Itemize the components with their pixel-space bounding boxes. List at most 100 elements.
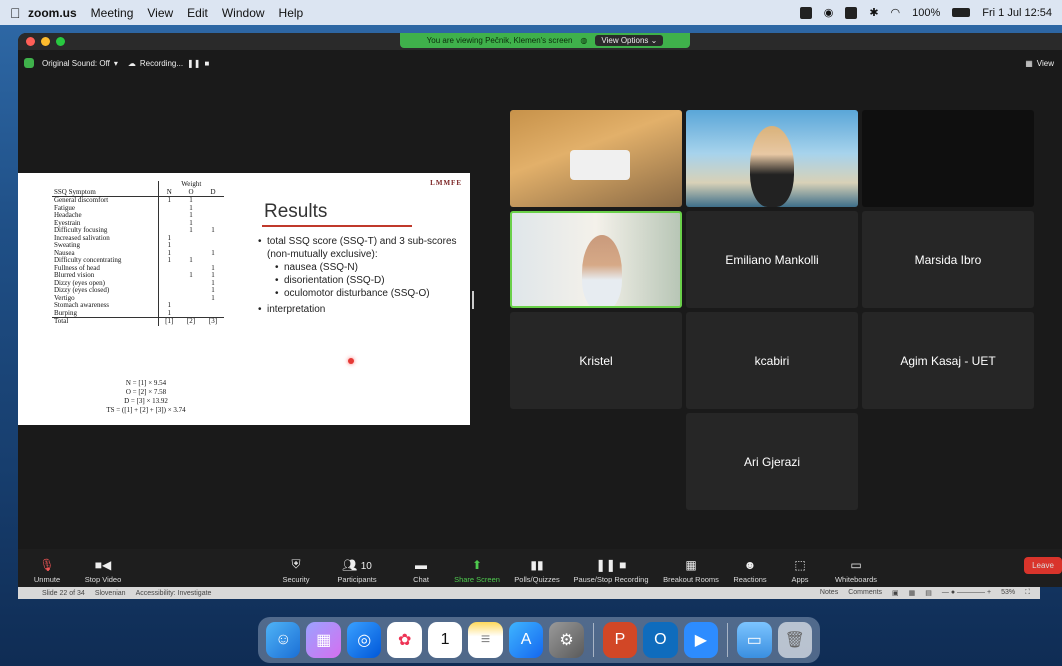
menu-view[interactable]: View [147, 6, 173, 20]
unmute-button[interactable]: 🎙︎ Unmute [30, 558, 64, 584]
leave-button[interactable]: Leave [1024, 557, 1062, 574]
downloads-folder-icon[interactable]: ▭ [737, 622, 772, 658]
menu-edit[interactable]: Edit [187, 6, 208, 20]
participant-tile-ari[interactable]: Ari Gjerazi [686, 413, 858, 510]
weight-cell [157, 212, 180, 220]
fullscreen-window-icon[interactable] [56, 37, 65, 46]
weight-cell: 1 [211, 226, 215, 234]
video-tile-empty[interactable] [862, 110, 1034, 207]
outlook-icon[interactable]: O [643, 622, 678, 658]
video-tile-beach-background[interactable] [686, 110, 858, 207]
emoji-icon: ☻ [743, 558, 757, 572]
app-store-icon[interactable]: A [508, 622, 544, 658]
viewing-banner: You are viewing Pečnik, Klemen's screen … [400, 33, 690, 48]
participant-silhouette [582, 235, 622, 306]
laser-pointer [348, 358, 354, 364]
recording-indicator[interactable]: ☁ Recording... ❚❚ ■ [128, 59, 209, 68]
weight-cell [180, 235, 202, 243]
formula-line: N = [1] × 9.54 [125, 379, 167, 387]
view-button[interactable]: ▦ View [1025, 59, 1054, 68]
reactions-button[interactable]: ☻ Reactions [730, 558, 770, 584]
stop-icon[interactable]: ■ [204, 59, 209, 68]
dock-separator [592, 623, 594, 657]
menu-zoom-us[interactable]: zoom.us [28, 6, 77, 20]
battery-icon[interactable] [952, 8, 971, 17]
participants-button[interactable]: 👥︎ 10 Participants [332, 558, 382, 584]
normal-view-icon[interactable]: ▣ [892, 589, 899, 597]
pause-stop-recording-button[interactable]: ❚❚ ■ Pause/Stop Recording [570, 558, 652, 584]
weight-cell [202, 205, 224, 213]
weight-cell [180, 302, 202, 310]
pause-icon[interactable]: ❚❚ [187, 59, 200, 68]
share-screen-button[interactable]: ⬆ Share Screen [452, 558, 502, 584]
weight-cell: 1 [157, 196, 180, 205]
zoom-percent[interactable]: 53% [1001, 589, 1015, 597]
safari-icon[interactable]: ◎ [346, 622, 382, 658]
notes-button[interactable]: Notes [820, 589, 838, 597]
encryption-shield-icon[interactable] [24, 58, 34, 68]
notes-app-icon[interactable]: ≡ [468, 622, 503, 658]
close-window-icon[interactable] [26, 37, 35, 46]
chat-button[interactable]: ▬ Chat [410, 558, 432, 584]
formula-line: D = [3] × 13.92 [124, 397, 168, 405]
reading-view-icon[interactable]: ▤ [925, 589, 932, 597]
menu-meeting[interactable]: Meeting [91, 6, 134, 20]
macos-dock: ☺ ▦ ◎ ✿ 1 ≡ A ⚙ P O ▶ ▭ 🗑︎ [258, 617, 820, 663]
chevron-down-icon: ▾ [113, 58, 118, 68]
chat-bubble-icon: ▬ [415, 558, 427, 572]
app-status-icon[interactable] [845, 6, 858, 19]
view-label: View [1036, 58, 1054, 68]
participant-name: Emiliano Mankolli [725, 252, 819, 267]
stop-video-button[interactable]: ■◀ Stop Video [76, 558, 130, 584]
breakout-rooms-button[interactable]: ▦ Breakout Rooms [660, 558, 722, 584]
wifi-icon[interactable]: ◠ [891, 6, 901, 19]
split-view-handle[interactable] [472, 291, 474, 309]
finder-icon[interactable]: ☺ [266, 622, 301, 658]
ssq-table-row: Stomach awareness 1 [52, 301, 224, 310]
powerpoint-icon[interactable]: P [602, 622, 638, 658]
slide-sorter-icon[interactable]: ▦ [909, 589, 916, 597]
minimize-window-icon[interactable] [41, 37, 50, 46]
menu-help[interactable]: Help [279, 6, 304, 20]
security-button[interactable]: ⛨ Security [276, 557, 316, 584]
zoom-slider[interactable]: — ● ———— + [942, 589, 991, 597]
apps-button[interactable]: ⬚ Apps [786, 558, 814, 584]
participant-tile-emiliano[interactable]: Emiliano Mankolli [686, 211, 858, 308]
participant-tile-marsida[interactable]: Marsida Ibro [862, 211, 1034, 308]
calendar-icon[interactable]: 1 [427, 622, 463, 658]
menu-window[interactable]: Window [222, 6, 265, 20]
fit-to-window-icon[interactable]: ⛶ [1025, 589, 1030, 597]
whiteboards-button[interactable]: ▭ Whiteboards [828, 558, 884, 584]
chat-label: Chat [413, 575, 429, 584]
video-tile-active-speaker[interactable] [510, 211, 682, 308]
weight-cell [180, 280, 202, 288]
system-settings-icon[interactable]: ⚙ [549, 622, 584, 658]
launchpad-icon[interactable]: ▦ [306, 622, 341, 658]
accessibility-status[interactable]: Accessibility: Investigate [136, 590, 212, 597]
clock[interactable]: Fri 1 Jul 12:54 [982, 7, 1052, 19]
participant-tile-kristel[interactable]: Kristel [510, 312, 682, 409]
trash-icon[interactable]: 🗑︎ [777, 622, 812, 658]
zoom-status-icon[interactable] [799, 6, 812, 19]
video-tile-meeting-room[interactable] [510, 110, 682, 207]
language-indicator[interactable]: Slovenian [95, 590, 126, 597]
zoom-app-icon[interactable]: ▶ [683, 622, 719, 658]
participant-tile-kcabiri[interactable]: kcabiri [686, 312, 858, 409]
weight-cell [157, 272, 180, 280]
bluetooth-icon[interactable]: ✱ [869, 6, 878, 19]
whiteboard-icon: ▭ [850, 558, 862, 572]
ssq-table-row: Burping 1 [52, 309, 224, 318]
formula-line: O = [2] × 7.58 [125, 388, 167, 396]
original-sound-toggle[interactable]: Original Sound: Off ▾ [42, 59, 118, 68]
view-options-button[interactable]: View Options ⌄ [595, 35, 664, 46]
participant-tile-agim[interactable]: Agim Kasaj - UET [862, 312, 1034, 409]
weight-cell: 1 [157, 256, 180, 265]
weight-cell [157, 204, 180, 212]
comments-button[interactable]: Comments [848, 589, 882, 597]
shared-screen-slide[interactable]: LMMFE Weight SSQ Symptom N O D General d… [18, 173, 470, 425]
weight-cell: 1 [189, 256, 193, 264]
apple-icon[interactable]:  [10, 5, 28, 21]
polls-button[interactable]: ▮▮ Polls/Quizzes [511, 558, 563, 584]
screen-record-icon[interactable]: ◉ [824, 6, 834, 19]
photos-icon[interactable]: ✿ [387, 622, 422, 658]
